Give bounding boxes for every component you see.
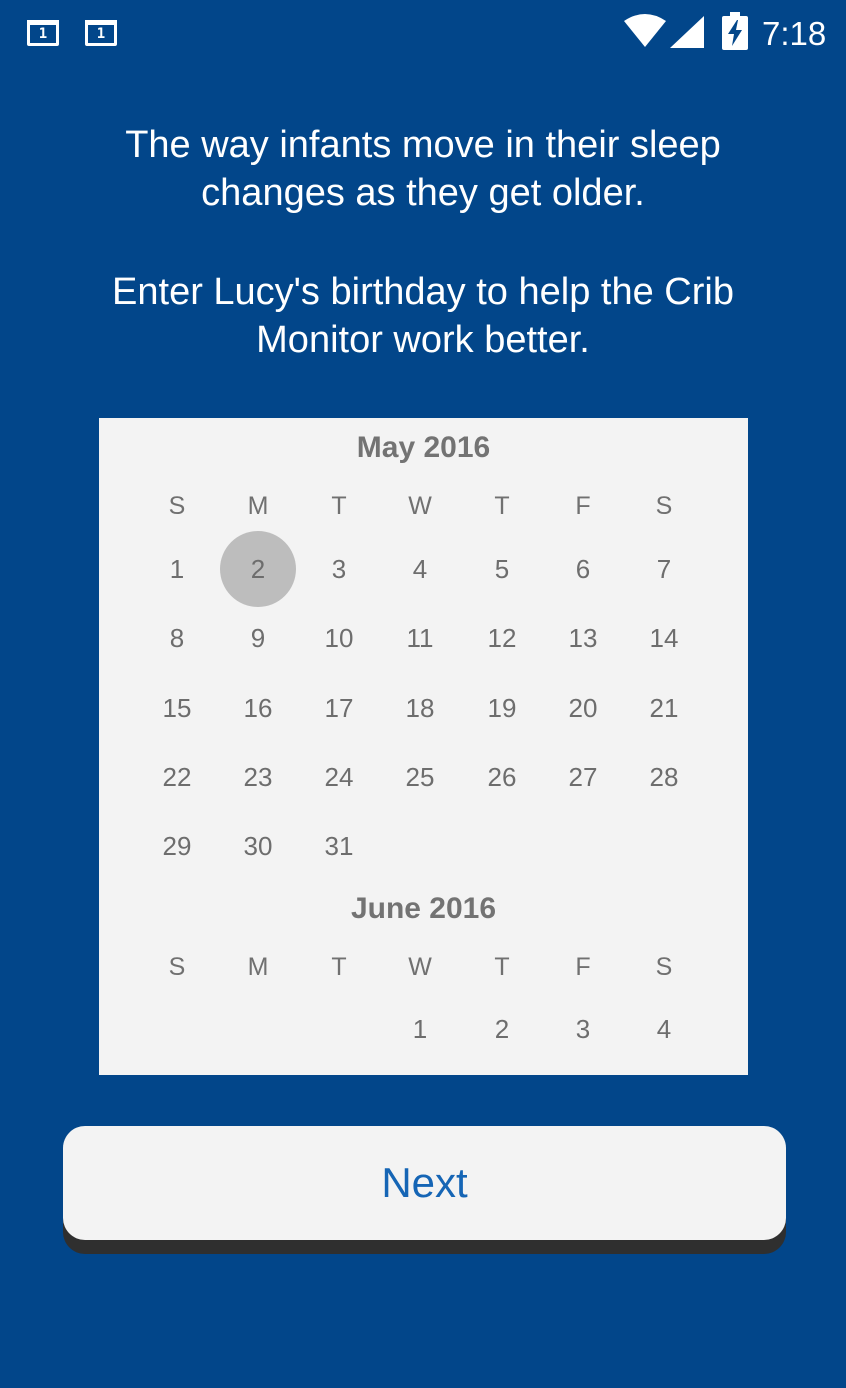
weekday-label: W — [408, 492, 432, 520]
day-cell[interactable]: 2 — [462, 1009, 542, 1049]
day-cell[interactable]: 17 — [299, 688, 379, 728]
weekday-label: T — [494, 953, 510, 981]
day-cell[interactable]: 27 — [543, 757, 623, 797]
day-cell[interactable]: 28 — [624, 757, 704, 797]
day-cell[interactable]: 5 — [462, 549, 542, 589]
day-cell[interactable]: 6 — [543, 549, 623, 589]
day-cell[interactable]: 3 — [299, 549, 379, 589]
notification-icon: 1 — [85, 20, 117, 46]
day-cell[interactable]: 15 — [137, 688, 217, 728]
day-cell[interactable]: 25 — [380, 757, 460, 797]
weekday-label: S — [168, 492, 186, 520]
day-cell[interactable]: 22 — [137, 757, 217, 797]
day-cell[interactable]: 26 — [462, 757, 542, 797]
birthday-prompt: Enter Lucy's birthday to help the Crib M… — [112, 271, 734, 361]
day-cell[interactable]: 13 — [543, 618, 623, 658]
day-cell[interactable]: 23 — [218, 757, 298, 797]
day-cell[interactable]: 11 — [380, 618, 460, 658]
intro-text: The way infants move in their sleep chan… — [125, 124, 721, 214]
day-cell[interactable]: 31 — [299, 826, 379, 866]
day-cell[interactable]: 3 — [543, 1009, 623, 1049]
day-cell[interactable]: 16 — [218, 688, 298, 728]
day-cell[interactable]: 9 — [218, 618, 298, 658]
weekday-label: S — [655, 492, 673, 520]
day-cell[interactable]: 4 — [380, 549, 460, 589]
day-cell[interactable]: 1 — [380, 1009, 460, 1049]
weekday-label: T — [494, 492, 510, 520]
battery-charging-icon — [722, 12, 748, 50]
day-cell[interactable]: 1 — [137, 549, 217, 589]
day-cell[interactable]: 24 — [299, 757, 379, 797]
day-cell[interactable]: 12 — [462, 618, 542, 658]
day-cell[interactable]: 30 — [218, 826, 298, 866]
weekday-label: M — [247, 492, 269, 520]
next-button[interactable]: Next — [63, 1126, 786, 1240]
weekday-label: T — [331, 953, 347, 981]
day-cell[interactable]: 19 — [462, 688, 542, 728]
weekday-label: F — [575, 953, 591, 981]
weekday-label: S — [168, 953, 186, 981]
day-cell[interactable]: 7 — [624, 549, 704, 589]
day-cell[interactable]: 21 — [624, 688, 704, 728]
cell-signal-icon — [670, 16, 704, 48]
weekday-label: M — [247, 953, 269, 981]
day-cell[interactable]: 4 — [624, 1009, 704, 1049]
weekday-label: S — [655, 953, 673, 981]
selected-day-cell[interactable]: 2 — [218, 549, 298, 589]
day-cell[interactable]: 18 — [380, 688, 460, 728]
day-cell[interactable]: 20 — [543, 688, 623, 728]
weekday-label: W — [408, 953, 432, 981]
weekday-label: T — [331, 492, 347, 520]
day-cell[interactable]: 10 — [299, 618, 379, 658]
month-title: June 2016 — [350, 892, 497, 925]
wifi-icon — [624, 14, 666, 47]
notification-icon: 1 — [27, 20, 59, 46]
status-clock: 7:18 — [762, 15, 827, 52]
day-cell[interactable]: 8 — [137, 618, 217, 658]
weekday-label: F — [575, 492, 591, 520]
birthday-calendar[interactable]: May 2016 S M T W T F S 1 2 3 4 5 6 7 8 9 10 11 12 13 14 15 16 17… — [99, 418, 748, 1075]
status-bar: 1 1 7:18 — [0, 0, 846, 70]
day-cell[interactable]: 29 — [137, 826, 217, 866]
day-cell[interactable]: 14 — [624, 618, 704, 658]
month-title: May 2016 — [356, 431, 491, 464]
